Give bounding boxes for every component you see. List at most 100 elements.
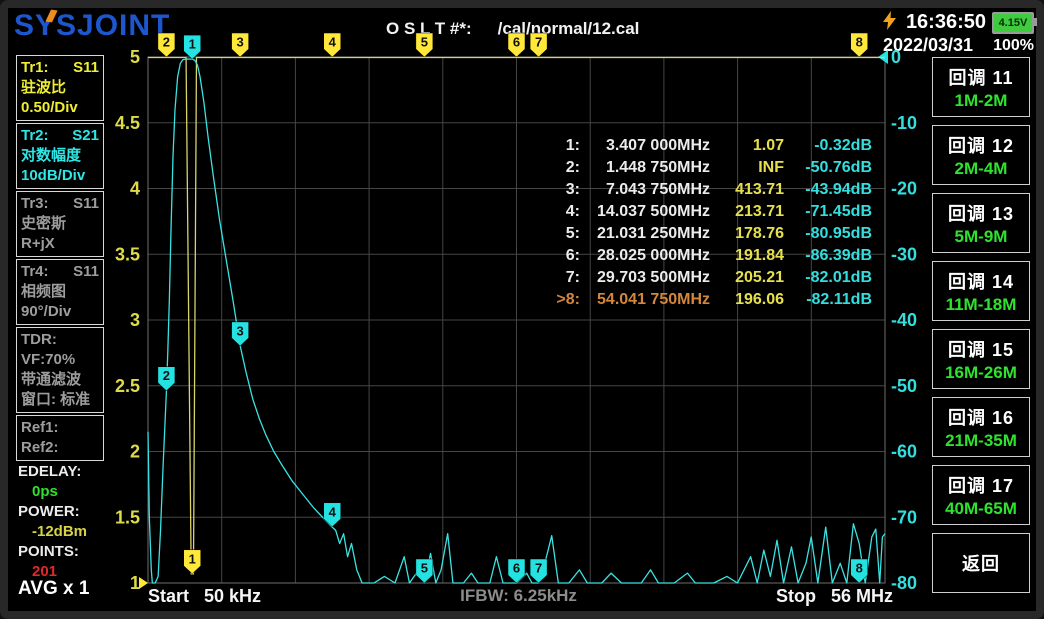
marker-db: -82.01dB (784, 269, 872, 287)
svg-text:8: 8 (856, 35, 863, 50)
y-axis-right-tick: 0 (891, 47, 901, 67)
marker-val: 213.71 (710, 203, 784, 221)
marker-flag-tr2-5[interactable]: 5 (416, 559, 433, 583)
marker-lab: 6: (538, 247, 580, 265)
softkey-title: 回调 13 (948, 200, 1014, 226)
marker-flag-tr2-7[interactable]: 7 (530, 559, 547, 583)
softkey-title: 回调 16 (948, 404, 1014, 430)
tr1-ref-arrow-icon[interactable] (139, 577, 148, 589)
softkey-recall-13[interactable]: 回调 135M-9M (932, 193, 1030, 253)
marker-val: 178.76 (710, 225, 784, 243)
marker-lab: >8: (538, 291, 580, 309)
vna-screen: SYSJOINT O S L T #*:/cal/normal/12.cal 1… (8, 8, 1036, 611)
softkey-title: 回调 11 (948, 64, 1013, 90)
marker-flag-tr1-7[interactable]: 7 (530, 33, 547, 57)
marker-frq: 14.037 500MHz (580, 203, 710, 221)
softkey-title: 回调 15 (948, 336, 1014, 362)
softkey-range: 5M-9M (955, 227, 1008, 247)
softkey-recall-12[interactable]: 回调 122M-4M (932, 125, 1030, 185)
marker-flag-tr1-8[interactable]: 8 (851, 33, 868, 57)
marker-flag-tr2-1[interactable]: 1 (184, 35, 201, 59)
start-frequency: Start 50 kHz (148, 586, 261, 607)
marker-row: 1:3.407 000MHz1.07-0.32dB (538, 135, 874, 157)
svg-text:2: 2 (163, 368, 170, 383)
marker-val: 191.84 (710, 247, 784, 265)
marker-db: -82.11dB (784, 291, 872, 309)
y-axis-left-tick: 4.5 (115, 113, 140, 133)
sweep-plot: 5 4.5 4 3.5 3 2.5 2 1.5 1 0 -10 -20 -30 -40 -50 -60 -70 -… (8, 8, 1036, 611)
softkey-recall-11[interactable]: 回调 111M-2M (932, 57, 1030, 117)
softkey-recall-15[interactable]: 回调 1516M-26M (932, 329, 1030, 389)
marker-flag-tr1-6[interactable]: 6 (508, 33, 525, 57)
softkey-range: 1M-2M (955, 91, 1008, 111)
marker-lab: 5: (538, 225, 580, 243)
softkey-back[interactable]: 返回 (932, 533, 1030, 593)
svg-text:7: 7 (535, 561, 542, 576)
y-axis-right-tick: -60 (891, 442, 917, 462)
marker-val: 205.21 (710, 269, 784, 287)
marker-val: 196.06 (710, 291, 784, 309)
softkey-title: 回调 12 (948, 132, 1014, 158)
marker-frq: 21.031 250MHz (580, 225, 710, 243)
y-axis-left-tick: 3.5 (115, 244, 140, 264)
sweep-range-bar: Start 50 kHz IFBW: 6.25kHz Stop 56 MHz (148, 586, 893, 607)
marker-row: 5:21.031 250MHz178.76-80.95dB (538, 223, 874, 245)
svg-text:1: 1 (189, 551, 196, 566)
y-axis-left-tick: 5 (130, 47, 140, 67)
marker-row: >8:54.041 750MHz196.06-82.11dB (538, 289, 874, 311)
svg-text:6: 6 (513, 35, 520, 50)
marker-flag-tr2-4[interactable]: 4 (324, 503, 341, 527)
marker-frq: 3.407 000MHz (580, 137, 710, 155)
marker-val: 413.71 (710, 181, 784, 199)
svg-text:5: 5 (421, 35, 428, 50)
marker-frq: 54.041 750MHz (580, 291, 710, 309)
softkey-menu: 回调 111M-2M 回调 122M-4M 回调 135M-9M 回调 1411M-1… (932, 57, 1032, 601)
svg-text:4: 4 (329, 35, 337, 50)
softkey-range: 2M-4M (955, 159, 1008, 179)
svg-text:4: 4 (329, 504, 337, 519)
marker-flag-tr1-1[interactable]: 1 (184, 550, 201, 574)
marker-db: -86.39dB (784, 247, 872, 265)
marker-flag-tr2-3[interactable]: 3 (232, 322, 249, 346)
softkey-recall-14[interactable]: 回调 1411M-18M (932, 261, 1030, 321)
marker-row: 4:14.037 500MHz213.71-71.45dB (538, 201, 874, 223)
marker-flag-tr1-5[interactable]: 5 (416, 33, 433, 57)
marker-flag-tr2-6[interactable]: 6 (508, 559, 525, 583)
marker-lab: 1: (538, 137, 580, 155)
svg-text:7: 7 (535, 35, 542, 50)
svg-text:6: 6 (513, 561, 520, 576)
softkey-recall-16[interactable]: 回调 1621M-35M (932, 397, 1030, 457)
marker-frq: 29.703 500MHz (580, 269, 710, 287)
y-axis-right-tick: -50 (891, 376, 917, 396)
y-axis-left-tick: 1 (130, 573, 140, 593)
marker-flag-tr1-4[interactable]: 4 (324, 33, 341, 57)
marker-flag-tr1-2[interactable]: 2 (158, 33, 175, 57)
marker-row: 7:29.703 500MHz205.21-82.01dB (538, 267, 874, 289)
marker-lab: 7: (538, 269, 580, 287)
marker-val: 1.07 (710, 137, 784, 155)
softkey-range: 40M-65M (945, 499, 1017, 519)
svg-text:2: 2 (163, 35, 170, 50)
y-axis-left-tick: 3 (130, 310, 140, 330)
softkey-recall-17[interactable]: 回调 1740M-65M (932, 465, 1030, 525)
marker-lab: 4: (538, 203, 580, 221)
y-axis-right-tick: -10 (891, 113, 917, 133)
y-axis-right-tick: -70 (891, 507, 917, 527)
softkey-title: 返回 (962, 550, 1000, 576)
softkey-range: 11M-18M (946, 295, 1017, 315)
marker-flag-tr1-3[interactable]: 3 (232, 33, 249, 57)
y-axis-right-tick: -20 (891, 179, 917, 199)
softkey-title: 回调 14 (948, 268, 1014, 294)
y-axis-left-tick: 1.5 (115, 507, 140, 527)
y-axis-right-tick: -30 (891, 244, 917, 264)
marker-flag-tr2-2[interactable]: 2 (158, 367, 175, 391)
svg-text:8: 8 (856, 561, 863, 576)
marker-lab: 3: (538, 181, 580, 199)
y-axis-left-tick: 2.5 (115, 376, 140, 396)
marker-row: 2:1.448 750MHzINF-50.76dB (538, 157, 874, 179)
y-axis-left-tick: 2 (130, 442, 140, 462)
marker-row: 6:28.025 000MHz191.84-86.39dB (538, 245, 874, 267)
svg-text:5: 5 (421, 561, 428, 576)
y-axis-right-tick: -40 (891, 310, 917, 330)
marker-db: -50.76dB (784, 159, 872, 177)
